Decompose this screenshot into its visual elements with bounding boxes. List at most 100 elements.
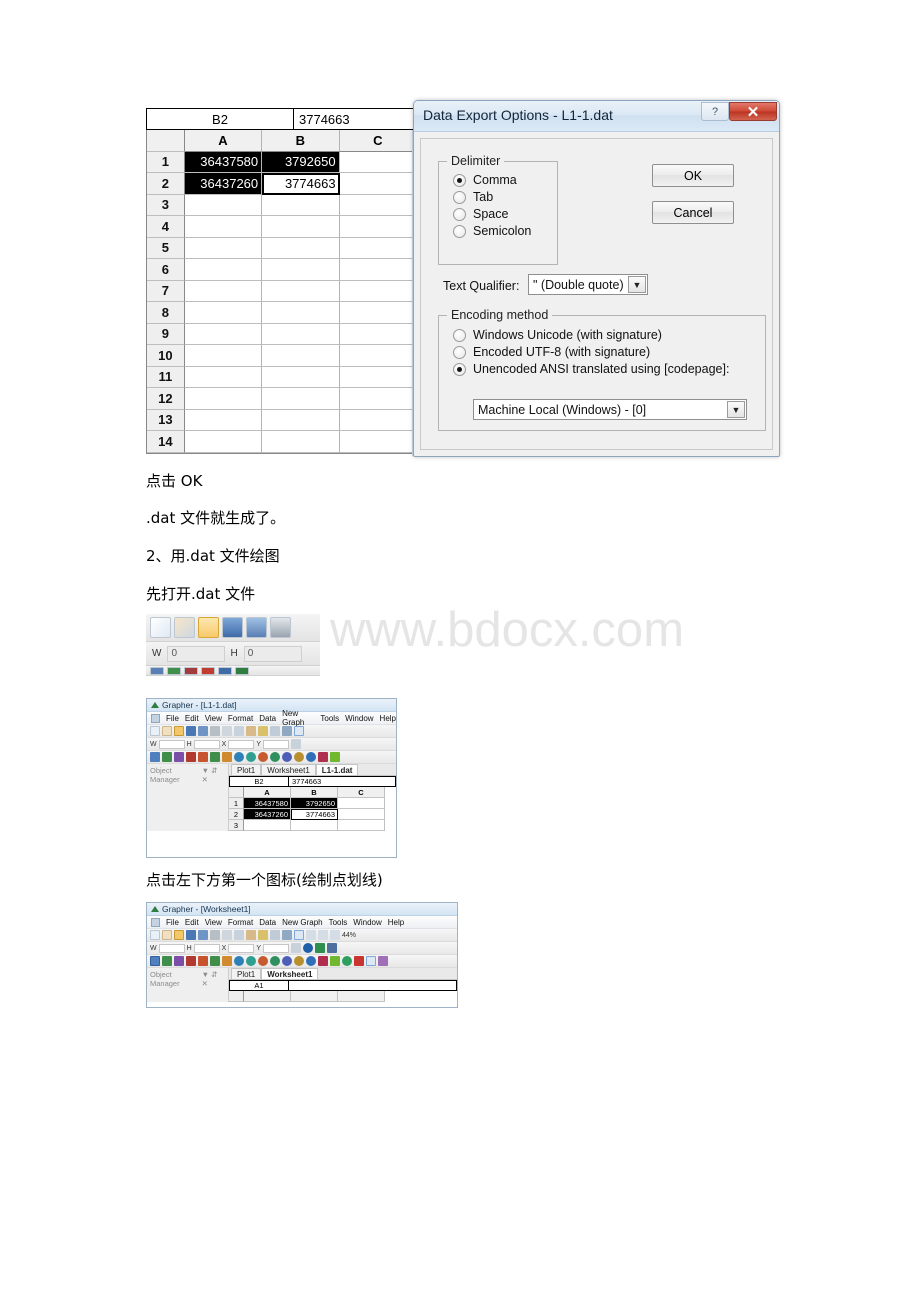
bar-chart-icon[interactable] [198,752,208,762]
select-tool-icon[interactable] [294,930,304,940]
cell-b4[interactable] [262,216,340,238]
function-plot-icon[interactable] [174,956,184,966]
cell-a13[interactable] [184,409,263,431]
cell-a4[interactable] [184,216,263,238]
row-header[interactable]: 4 [147,216,185,238]
column-header-b[interactable]: B [262,130,340,152]
lock-icon[interactable] [291,739,302,749]
mini-cell-a1[interactable]: 36437580 [244,798,291,809]
mini-corner[interactable] [229,787,244,798]
mini-col-c[interactable]: C [338,787,385,798]
play-icon[interactable] [315,943,326,953]
corner-cell[interactable] [147,130,185,152]
select-tool-icon[interactable] [294,726,304,736]
cell-a8[interactable] [184,302,263,324]
radio-windows-unicode[interactable]: Windows Unicode (with signature) [453,328,765,342]
cell-b8[interactable] [262,302,340,324]
mini-cell-c1[interactable] [338,798,385,809]
surface-plot-icon[interactable] [330,752,340,762]
undo-icon[interactable] [258,726,268,736]
pause-icon[interactable] [327,943,338,953]
mini-cell-b2[interactable]: 3774663 [291,809,338,820]
bar-chart-icon[interactable] [198,956,208,966]
ternary-plot-icon[interactable] [258,752,268,762]
menu-edit[interactable]: Edit [185,714,199,723]
width-input[interactable] [158,739,185,749]
open-folder-icon[interactable] [174,930,184,940]
menu-file[interactable]: File [166,918,179,927]
radio-semicolon[interactable]: Semicolon [453,224,557,238]
x-input[interactable] [228,739,255,749]
cell-a11[interactable] [184,366,263,388]
radio-tab[interactable]: Tab [453,190,557,204]
cell-b3[interactable] [262,194,340,216]
polar-plot-icon[interactable] [246,752,256,762]
mini-cell-b3[interactable] [291,820,338,831]
line-plot-icon[interactable] [150,666,164,675]
menu-view[interactable]: View [205,918,222,927]
surface-plot-icon[interactable] [330,956,340,966]
check-plot-icon[interactable] [210,956,220,966]
line-plot-icon[interactable] [150,956,160,966]
pie-chart-icon[interactable] [234,752,244,762]
paste-icon[interactable] [246,726,256,736]
class-plot-icon[interactable] [318,752,328,762]
tab-worksheet1[interactable]: Worksheet1 [261,764,316,775]
row-header[interactable]: 10 [147,345,185,367]
copy-icon[interactable] [234,726,244,736]
rose-plot-icon[interactable] [282,752,292,762]
copy-icon[interactable] [234,930,244,940]
cell-c8[interactable] [339,302,417,324]
zoom-out-icon[interactable] [318,930,328,940]
mini-cell-c2[interactable] [338,809,385,820]
cell-a9[interactable] [184,323,263,345]
width-input[interactable] [158,943,185,953]
tab-plot1[interactable]: Plot1 [231,968,262,979]
y-input[interactable] [263,943,290,953]
cell-c14[interactable] [339,431,417,453]
mini-col-c[interactable] [338,991,385,1002]
x-input[interactable] [228,943,255,953]
paste-icon[interactable] [246,930,256,940]
cell-b12[interactable] [262,388,340,410]
new-worksheet-icon[interactable] [162,726,172,736]
column-header-c[interactable]: C [339,130,417,152]
class-plot-icon[interactable] [318,956,328,966]
mini-col-a[interactable] [244,991,291,1002]
cell-c3[interactable] [339,194,417,216]
row-header[interactable]: 11 [147,366,185,388]
menu-tools[interactable]: Tools [329,918,348,927]
contour-plot-icon[interactable] [306,956,316,966]
tab-plot1[interactable]: Plot1 [231,764,262,775]
height-input[interactable]: 0 [243,645,302,662]
cell-c10[interactable] [339,345,417,367]
column-header-a[interactable]: A [184,130,263,152]
line-plot-icon[interactable] [150,752,160,762]
mini-row-header[interactable]: 1 [229,798,244,809]
step-plot-icon[interactable] [186,956,196,966]
menu-new-graph[interactable]: New Graph [282,709,314,727]
mini-row-header[interactable]: 3 [229,820,244,831]
radio-utf8[interactable]: Encoded UTF-8 (with signature) [453,345,765,359]
menu-data[interactable]: Data [259,918,276,927]
cell-c11[interactable] [339,366,417,388]
mini-col-b[interactable] [291,991,338,1002]
step-plot-icon[interactable] [186,752,196,762]
chevron-down-icon[interactable]: ▼ [628,276,646,293]
zoom-in-icon[interactable] [306,930,316,940]
tree-icon[interactable] [354,956,364,966]
zoom-fit-icon[interactable] [330,930,340,940]
wind-plot-icon[interactable] [294,956,304,966]
open-folder-icon[interactable] [174,726,184,736]
cell-b2[interactable]: 3774663 [262,173,340,195]
menu-window[interactable]: Window [345,714,373,723]
cell-b14[interactable] [262,431,340,453]
scatter-plot-icon[interactable] [162,752,172,762]
draw-icon[interactable] [282,726,292,736]
save-icon[interactable] [186,930,196,940]
cell-c6[interactable] [339,259,417,281]
new-document-icon[interactable] [150,726,160,736]
menu-edit[interactable]: Edit [185,918,199,927]
cell-b13[interactable] [262,409,340,431]
mini-cell-b1[interactable]: 3792650 [291,798,338,809]
